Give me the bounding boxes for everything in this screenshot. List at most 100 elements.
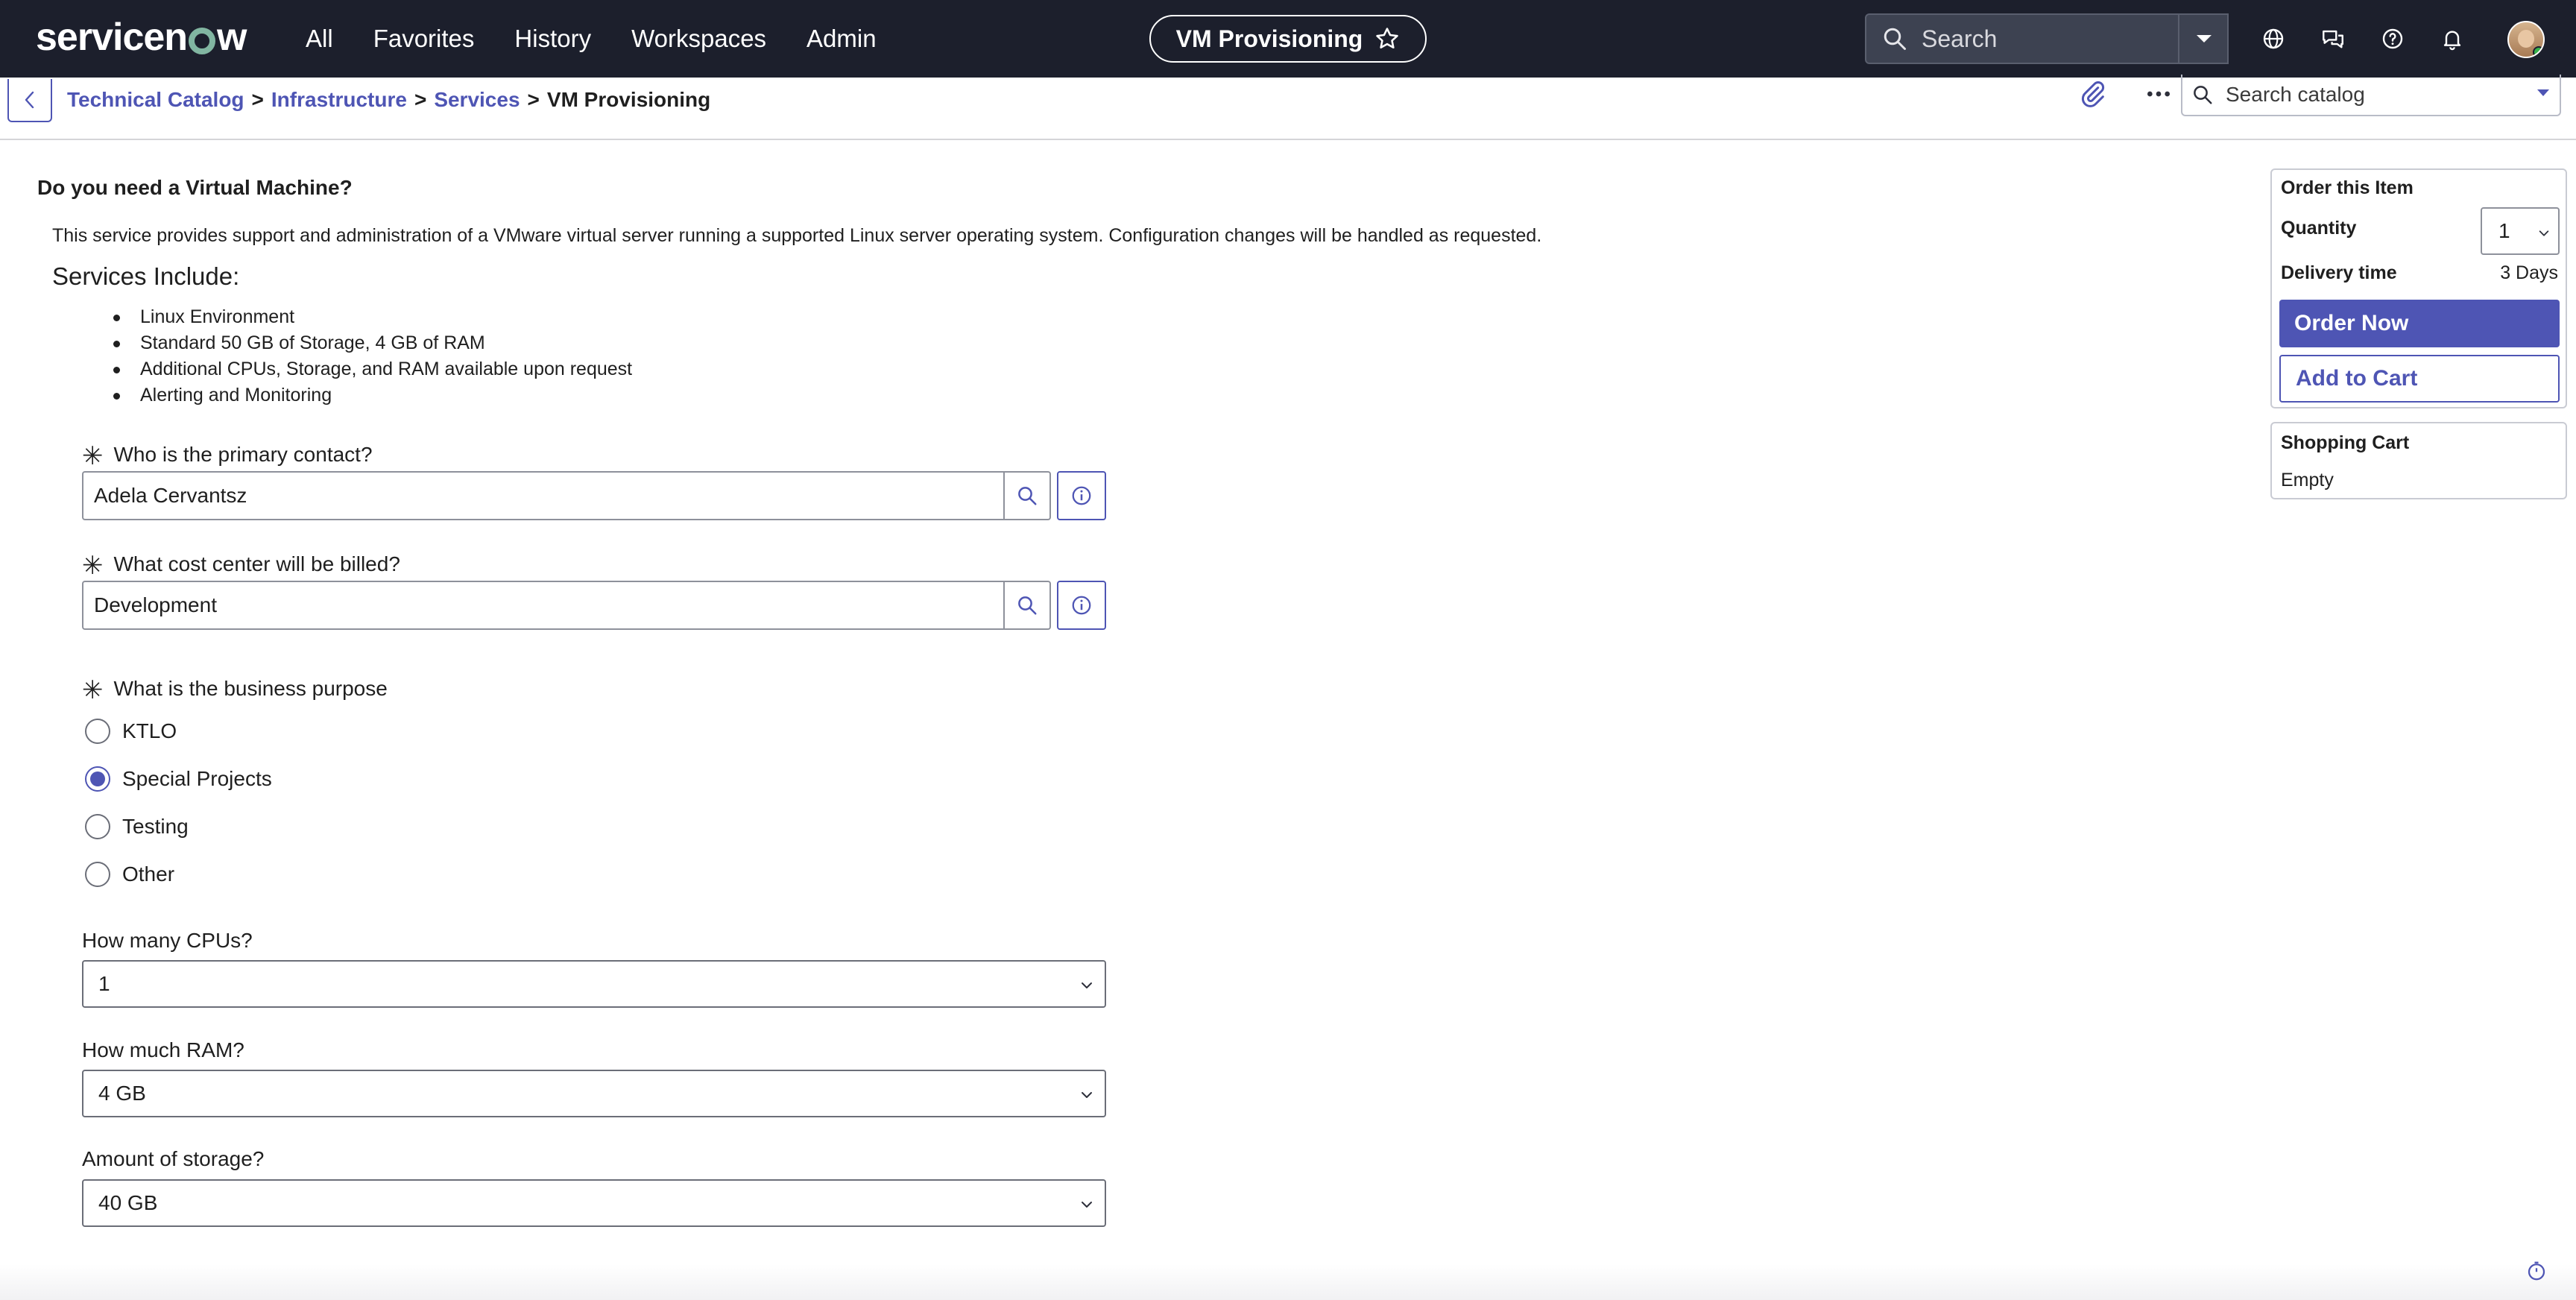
nav-favorites[interactable]: Favorites (373, 25, 475, 53)
chevron-left-icon (25, 91, 34, 109)
radio-label: Special Projects (122, 767, 272, 790)
list-item: Alerting and Monitoring (113, 382, 632, 408)
search-icon (1018, 596, 1037, 615)
services-heading: Services Include: (52, 262, 240, 290)
cpus-selected-value: 1 (98, 972, 110, 995)
page-bottom-edge (0, 1264, 2576, 1300)
list-item: Linux Environment (113, 304, 632, 330)
user-avatar[interactable] (2507, 21, 2545, 58)
cost-center-lookup-button[interactable] (1003, 581, 1051, 630)
global-search-input[interactable]: Search (1865, 13, 2229, 64)
page-title: VM Provisioning (1175, 25, 1363, 52)
back-button[interactable] (7, 79, 52, 122)
cpus-label: How many CPUs? (82, 929, 253, 952)
breadcrumb-separator: > (251, 88, 264, 111)
primary-contact-lookup-button[interactable] (1003, 471, 1051, 520)
business-purpose-label-text: What is the business purpose (113, 677, 388, 700)
primary-contact-input[interactable]: Adela Cervantsz (82, 471, 1005, 520)
primary-contact-label: ✳ Who is the primary contact? (82, 438, 373, 471)
search-icon (2194, 86, 2212, 104)
radio-option-testing[interactable]: Testing (85, 814, 189, 839)
shopping-cart-status: Empty (2281, 470, 2334, 490)
global-search-placeholder: Search (1922, 25, 1998, 52)
nav-workspaces[interactable]: Workspaces (631, 25, 766, 53)
radio-option-other[interactable]: Other (85, 862, 174, 887)
chevron-down-icon (2539, 230, 2549, 236)
services-list: Linux Environment Standard 50 GB of Stor… (113, 304, 632, 408)
quantity-select[interactable]: 1 (2481, 207, 2560, 255)
primary-contact-info-button[interactable] (1057, 471, 1106, 520)
globe-icon[interactable] (2258, 24, 2288, 54)
caret-down-icon[interactable] (2537, 89, 2549, 96)
order-panel: Order this Item Quantity 1 Delivery time… (2270, 168, 2567, 408)
page-title-pill[interactable]: VM Provisioning (1149, 15, 1427, 63)
catalog-search-placeholder: Search catalog (2226, 83, 2365, 106)
avatar-face (2518, 30, 2534, 48)
storage-select[interactable]: 40 GB (82, 1179, 1106, 1227)
shopping-cart-panel: Shopping Cart Empty (2270, 422, 2567, 499)
search-icon (1018, 487, 1037, 505)
item-description: This service provides support and admini… (52, 225, 1542, 246)
cost-center-info-button[interactable] (1057, 581, 1106, 630)
search-scope-dropdown[interactable] (2178, 13, 2229, 64)
breadcrumb: Technical Catalog > Infrastructure > Ser… (67, 83, 710, 116)
help-icon[interactable] (2378, 24, 2408, 54)
ram-label: How much RAM? (82, 1038, 244, 1061)
delivery-time-label: Delivery time (2281, 262, 2397, 283)
radio-option-special-projects[interactable]: Special Projects (85, 766, 272, 792)
quantity-label: Quantity (2281, 218, 2357, 239)
ram-select[interactable]: 4 GB (82, 1070, 1106, 1117)
add-to-cart-button[interactable]: Add to Cart (2279, 355, 2560, 403)
favorite-star-icon[interactable] (1374, 26, 1400, 51)
storage-selected-value: 40 GB (98, 1191, 158, 1214)
chevron-down-icon (1082, 1202, 1092, 1208)
cost-center-input[interactable]: Development (82, 581, 1005, 630)
breadcrumb-current: VM Provisioning (546, 88, 711, 111)
top-navigation-bar: servicen w All Favorites History Workspac… (0, 0, 2576, 78)
primary-contact-value: Adela Cervantsz (94, 484, 247, 507)
more-options-icon[interactable] (2144, 79, 2174, 109)
quantity-value: 1 (2498, 219, 2510, 242)
chevron-down-icon (1082, 982, 1092, 988)
radio-label: KTLO (122, 719, 177, 742)
breadcrumb-technical-catalog[interactable]: Technical Catalog (67, 88, 244, 112)
shopping-cart-title: Shopping Cart (2281, 432, 2410, 453)
breadcrumb-infrastructure[interactable]: Infrastructure (271, 88, 407, 112)
list-item: Additional CPUs, Storage, and RAM availa… (113, 356, 632, 382)
bell-icon[interactable] (2437, 24, 2467, 54)
cost-center-value: Development (94, 593, 217, 616)
breadcrumb-services[interactable]: Services (434, 88, 520, 112)
nav-history[interactable]: History (514, 25, 591, 53)
chat-icon[interactable] (2318, 24, 2348, 54)
business-purpose-label: ✳ What is the business purpose (82, 672, 388, 705)
list-item: Standard 50 GB of Storage, 4 GB of RAM (113, 330, 632, 356)
main-nav: All Favorites History Workspaces Admin (306, 0, 917, 78)
online-status-indicator (2533, 46, 2543, 57)
info-icon (1072, 486, 1091, 505)
radio-button[interactable] (85, 814, 110, 839)
required-marker: ✳ (82, 442, 104, 470)
order-now-button[interactable]: Order Now (2279, 300, 2560, 347)
storage-label: Amount of storage? (82, 1147, 265, 1170)
radio-label: Other (122, 862, 175, 886)
radio-button-selected[interactable] (85, 766, 110, 792)
nav-admin[interactable]: Admin (806, 25, 877, 53)
required-marker: ✳ (82, 676, 104, 704)
primary-contact-label-text: Who is the primary contact? (113, 443, 373, 466)
servicenow-logo[interactable]: servicen w (36, 15, 247, 60)
nav-all[interactable]: All (306, 25, 333, 53)
breadcrumb-separator: > (414, 88, 427, 111)
cost-center-label-text: What cost center will be billed? (113, 552, 400, 575)
chevron-down-icon (1082, 1092, 1092, 1098)
breadcrumb-separator: > (527, 88, 540, 111)
order-panel-title: Order this Item (2281, 177, 2414, 198)
ram-selected-value: 4 GB (98, 1082, 146, 1105)
radio-button[interactable] (85, 862, 110, 887)
stopwatch-icon[interactable] (2525, 1260, 2548, 1282)
radio-button[interactable] (85, 719, 110, 744)
cost-center-label: ✳ What cost center will be billed? (82, 548, 400, 581)
catalog-search-input[interactable]: Search catalog (2181, 75, 2561, 116)
cpus-select[interactable]: 1 (82, 960, 1106, 1008)
paperclip-icon[interactable] (2078, 79, 2108, 109)
radio-option-ktlo[interactable]: KTLO (85, 719, 177, 744)
